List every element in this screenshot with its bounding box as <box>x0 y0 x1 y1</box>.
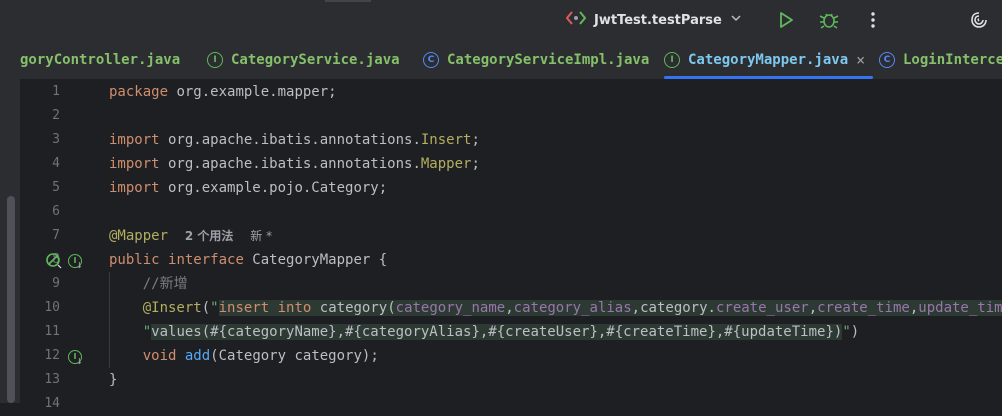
left-tool-strip <box>0 40 20 403</box>
tab-label: CategoryMapper.java <box>688 51 849 68</box>
line-number: 2 <box>52 108 60 123</box>
code-line-7: @Mapper 2 个用法 新 * <box>109 228 273 244</box>
code-line-4: import org.apache.ibatis.annotations.Map… <box>109 156 480 172</box>
code-line-12: void add(Category category); <box>142 348 379 364</box>
code-line-8: public interface CategoryMapper { <box>109 252 388 268</box>
code-line-1: package org.example.mapper; <box>109 84 337 100</box>
debug-icon[interactable] <box>818 9 840 31</box>
line-number: 11 <box>44 324 60 339</box>
class-icon: C <box>423 51 439 68</box>
tab-category-service-impl[interactable]: C CategoryServiceImpl.java <box>423 40 649 79</box>
line-number: 12 <box>44 348 60 363</box>
code-line-5: import org.example.pojo.Category; <box>109 180 388 196</box>
line-number: 7 <box>52 228 60 243</box>
interface-icon: I <box>207 51 223 68</box>
line-number: 4 <box>52 156 60 171</box>
down-arrow-icon: ↓ <box>76 258 83 271</box>
run-icon[interactable] <box>775 9 797 31</box>
line-number: 14 <box>44 396 60 411</box>
tab-category-service[interactable]: I CategoryService.java <box>207 40 400 79</box>
code-line-3: import org.apache.ibatis.annotations.Ins… <box>109 132 480 148</box>
title-bar-notch <box>325 0 371 2</box>
tab-category-mapper[interactable]: I CategoryMapper.java × <box>664 40 874 79</box>
tab-label: goryController.java <box>20 51 181 68</box>
run-config-label: JwtTest.testParse <box>594 12 722 28</box>
interface-icon: I <box>664 51 680 68</box>
close-tab-icon[interactable]: × <box>856 51 865 69</box>
run-config-icon <box>565 11 587 29</box>
chevron-down-icon <box>730 12 742 28</box>
line-number: 6 <box>52 204 60 219</box>
scrollbar-thumb[interactable] <box>7 196 15 403</box>
line-number: 5 <box>52 180 60 195</box>
tab-category-controller[interactable]: goryController.java <box>20 40 180 79</box>
usages-hint[interactable]: 2 个用法 <box>185 229 234 243</box>
author-hint[interactable]: 新 * <box>250 229 272 243</box>
editor-gutter: 1 2 3 4 5 6 7 8 9 10 11 12 13 14 I ↓ I ↓ <box>20 80 100 411</box>
line-number: 10 <box>44 300 60 315</box>
line-number: 13 <box>44 372 60 387</box>
tab-label: CategoryService.java <box>231 51 400 68</box>
line-number: 3 <box>52 132 60 147</box>
line-number: 1 <box>52 84 60 99</box>
line-number: 9 <box>52 276 60 291</box>
ai-assistant-icon[interactable] <box>968 9 990 31</box>
tab-label: LoginIntercep <box>903 51 1002 68</box>
code-line-13: } <box>109 372 118 388</box>
editor-tab-bar: goryController.java I CategoryService.ja… <box>20 40 1002 80</box>
more-icon[interactable] <box>862 9 884 31</box>
tab-login-interceptor[interactable]: C LoginIntercep <box>879 40 1002 79</box>
run-configuration-selector[interactable]: JwtTest.testParse <box>565 8 742 32</box>
code-line-11: "values(#{categoryName},#{categoryAlias}… <box>142 324 860 340</box>
class-icon: C <box>879 51 895 68</box>
mybatis-mapper-icon[interactable] <box>46 253 62 273</box>
down-arrow-icon: ↓ <box>76 354 83 367</box>
code-line-9: //新增 <box>142 276 188 292</box>
title-bar: JwtTest.testParse <box>0 0 1002 40</box>
code-line-10: @Insert("insert into category(category_n… <box>109 296 1002 320</box>
tab-label: CategoryServiceImpl.java <box>447 51 650 68</box>
